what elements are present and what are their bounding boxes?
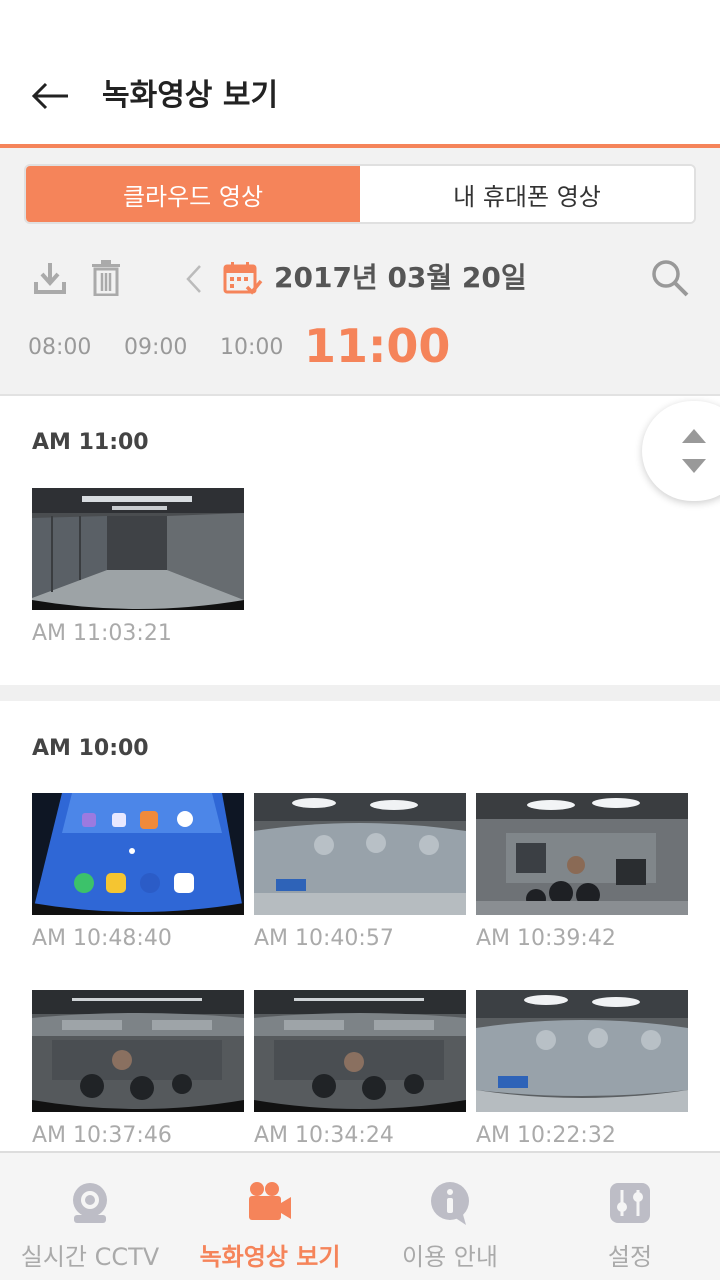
calendar-button[interactable]	[222, 260, 264, 298]
app-header: 녹화영상 보기	[0, 0, 720, 144]
video-thumbnail[interactable]	[32, 793, 244, 915]
clip-timestamp: AM 10:37:46	[32, 1123, 172, 1148]
triangle-up-icon	[682, 429, 706, 443]
triangle-down-icon	[682, 459, 706, 473]
search-button[interactable]	[648, 256, 692, 300]
search-icon	[652, 260, 689, 297]
camera-icon	[66, 1179, 114, 1227]
nav-item-usage-guide[interactable]: 이용 안내	[360, 1153, 540, 1280]
video-camera-icon	[246, 1179, 294, 1227]
nav-label: 녹화영상 보기	[199, 1243, 341, 1271]
trash-icon	[92, 260, 120, 296]
tab-cloud-video[interactable]: 클라우드 영상	[26, 166, 360, 222]
delete-button[interactable]	[88, 258, 124, 298]
scroll-up-down-button[interactable]	[642, 401, 720, 501]
video-thumbnail[interactable]	[32, 990, 244, 1112]
office-thumbnail-image	[476, 793, 688, 915]
hour-1100-selected[interactable]: 11:00	[304, 318, 450, 374]
clip-timestamp: AM 11:03:21	[32, 621, 172, 646]
tv-overlay-thumbnail-image	[32, 990, 244, 1112]
tv-menu-thumbnail-image	[254, 793, 466, 915]
clip-timestamp: AM 10:22:32	[476, 1123, 616, 1148]
video-thumbnail[interactable]	[32, 488, 244, 610]
selected-date[interactable]: 2017년 03월 20일	[274, 256, 527, 300]
video-source-tabs: 클라우드 영상 내 휴대폰 영상	[24, 164, 696, 224]
section-title: AM 10:00	[32, 736, 149, 761]
bottom-nav: 실시간 CCTV 녹화영상 보기 이용 안내 설정	[0, 1151, 720, 1280]
video-thumbnail[interactable]	[254, 793, 466, 915]
video-thumbnail[interactable]	[254, 990, 466, 1112]
settings-icon	[606, 1179, 654, 1227]
section-title: AM 11:00	[32, 430, 149, 455]
calendar-check-icon	[223, 262, 263, 295]
nav-label: 이용 안내	[402, 1243, 498, 1271]
page-title: 녹화영상 보기	[102, 78, 279, 113]
prev-date-button[interactable]	[180, 262, 208, 296]
hallway-thumbnail-image	[32, 488, 244, 610]
nav-label: 실시간 CCTV	[20, 1243, 160, 1271]
hour-0900[interactable]: 09:00	[124, 330, 187, 366]
download-button[interactable]	[30, 258, 70, 298]
video-thumbnail[interactable]	[476, 990, 688, 1112]
back-arrow-icon	[31, 82, 68, 110]
clip-timestamp: AM 10:48:40	[32, 926, 172, 951]
hour-1000[interactable]: 10:00	[220, 330, 283, 366]
download-icon	[34, 263, 66, 294]
back-button[interactable]	[28, 74, 72, 118]
clip-timestamp: AM 10:39:42	[476, 926, 616, 951]
tab-phone-video[interactable]: 내 휴대폰 영상	[360, 166, 694, 222]
chevron-left-icon	[186, 265, 201, 293]
clip-timestamp: AM 10:34:24	[254, 1123, 394, 1148]
nav-item-settings[interactable]: 설정	[540, 1153, 720, 1280]
nav-item-live-cctv[interactable]: 실시간 CCTV	[0, 1153, 180, 1280]
nav-item-recorded-video[interactable]: 녹화영상 보기	[180, 1153, 360, 1280]
clip-timestamp: AM 10:40:57	[254, 926, 394, 951]
video-thumbnail[interactable]	[476, 793, 688, 915]
nav-label: 설정	[607, 1243, 653, 1271]
phone-home-thumbnail-image	[32, 793, 244, 915]
tv-menu-thumbnail-image	[476, 990, 688, 1112]
hour-0800[interactable]: 08:00	[28, 330, 91, 366]
section-divider	[0, 685, 720, 701]
tv-overlay-thumbnail-image	[254, 990, 466, 1112]
info-chat-icon	[426, 1179, 474, 1227]
